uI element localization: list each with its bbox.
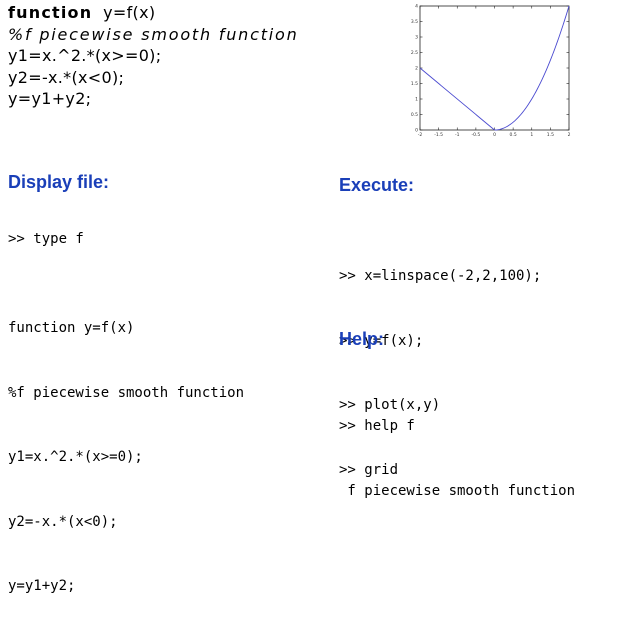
x-tick-label: 1: [530, 132, 533, 138]
code-line-y2: y2=-x.*(x<0);: [8, 67, 299, 89]
plot-svg: -2 -1.5 -1 -0.5 0 0.5 1 1.5 2 0 0.5 1 1.5 2 2.5 3 3.5 4: [410, 0, 576, 140]
x-tick-label: -0.5: [471, 132, 480, 138]
display-file-heading: Display file:: [8, 172, 109, 193]
plot-axes-box: [420, 6, 569, 130]
plot-figure: -2 -1.5 -1 -0.5 0 0.5 1 1.5 2 0 0.5 1 1.5 2 2.5 3 3.5 4: [410, 0, 576, 140]
listing-line-function: function y=f(x): [8, 318, 244, 340]
display-listing: function y=f(x) %f piecewise smooth func…: [8, 275, 244, 619]
y-tick-label: 0.5: [411, 112, 418, 118]
help-description: f piecewise smooth function: [339, 481, 575, 503]
listing-line-comment: %f piecewise smooth function: [8, 383, 244, 405]
function-source: function y=f(x) %f piecewise smooth func…: [8, 2, 299, 110]
x-tick-label: 1.5: [547, 132, 554, 138]
y-tick-label: 2.5: [411, 50, 418, 56]
x-tick-label: -1.5: [434, 132, 443, 138]
y-tick-label: 2: [415, 66, 418, 72]
x-tick-label: -2: [418, 132, 423, 138]
help-output: >> help f f piecewise smooth function: [339, 373, 575, 524]
help-heading: Help:: [339, 329, 384, 350]
code-line-y1: y1=x.^2.*(x>=0);: [8, 45, 299, 67]
x-tick-label: 0.5: [510, 132, 517, 138]
listing-line-y1: y1=x.^2.*(x>=0);: [8, 447, 244, 469]
y-tick-label: 4: [415, 4, 418, 10]
listing-line-y: y=y1+y2;: [8, 576, 244, 598]
y-tick-label: 0: [415, 128, 418, 134]
type-command: >> type f: [8, 229, 84, 251]
y-tick-label: 3.5: [411, 19, 418, 25]
code-line-function: function y=f(x): [8, 2, 299, 24]
y-tick-label: 3: [415, 35, 418, 41]
y-tick-label: 1.5: [411, 81, 418, 87]
execute-line-linspace: >> x=linspace(-2,2,100);: [339, 266, 541, 288]
listing-line-y2: y2=-x.*(x<0);: [8, 512, 244, 534]
execute-heading: Execute:: [339, 175, 414, 196]
help-command: >> help f: [339, 416, 575, 438]
code-line-comment: %f piecewise smooth function: [8, 24, 299, 46]
y-tick-label: 1: [415, 97, 418, 103]
code-line-y: y=y1+y2;: [8, 88, 299, 110]
x-tick-label: -1: [455, 132, 460, 138]
keyword-function: function: [8, 3, 92, 22]
function-signature: y=f(x): [103, 3, 155, 22]
x-tick-label: 2: [568, 132, 571, 138]
x-tick-label: 0: [493, 132, 496, 138]
